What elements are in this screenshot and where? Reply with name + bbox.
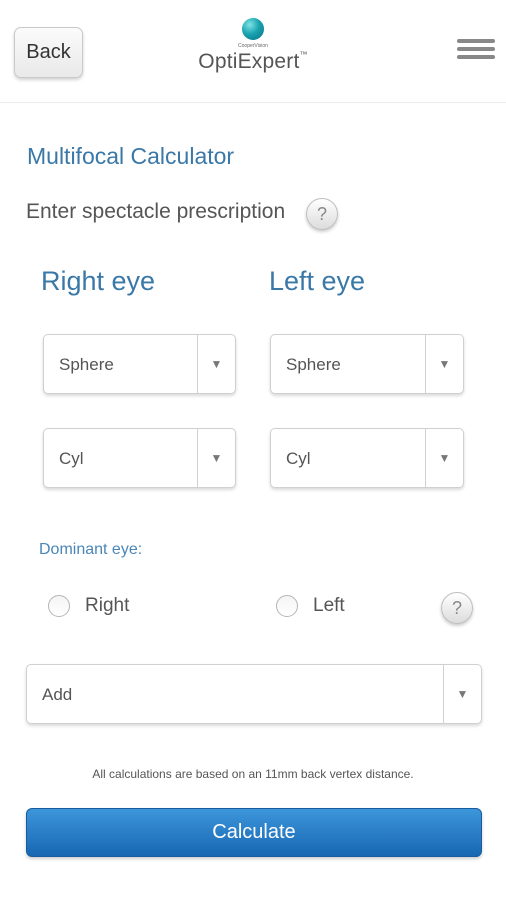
add-value: Add — [42, 685, 73, 704]
chevron-down-icon: ▼ — [425, 335, 463, 393]
right-cyl-select[interactable]: Cyl ▼ — [43, 428, 236, 488]
page-title: Multifocal Calculator — [27, 143, 235, 169]
radio-circle[interactable] — [276, 595, 298, 617]
app-logo: CooperVision OptiExpert™ — [0, 18, 506, 74]
chevron-down-icon: ▼ — [443, 665, 481, 723]
dominant-left-label: Left — [313, 595, 345, 616]
dominant-right-label: Right — [85, 595, 130, 616]
header: Back CooperVision OptiExpert™ — [0, 0, 506, 103]
right-cyl-value: Cyl — [59, 449, 84, 468]
logo-brand-text: CooperVision — [238, 43, 268, 49]
left-sphere-select[interactable]: Sphere ▼ — [270, 334, 464, 394]
coopervision-globe-icon — [242, 18, 264, 40]
hamburger-menu-icon[interactable] — [457, 39, 495, 61]
chevron-down-icon: ▼ — [197, 335, 235, 393]
right-sphere-select[interactable]: Sphere ▼ — [43, 334, 236, 394]
radio-circle[interactable] — [48, 595, 70, 617]
left-cyl-select[interactable]: Cyl ▼ — [270, 428, 464, 488]
app-name-text: OptiExpert — [198, 50, 300, 73]
vertex-distance-note: All calculations are based on an 11mm ba… — [92, 767, 414, 781]
left-eye-heading: Left eye — [269, 266, 366, 296]
chevron-down-icon: ▼ — [197, 429, 235, 487]
dominant-eye-help-button[interactable]: ? — [441, 592, 473, 624]
right-sphere-value: Sphere — [59, 355, 114, 374]
add-select[interactable]: Add ▼ — [26, 664, 482, 724]
left-sphere-value: Sphere — [286, 355, 341, 374]
dominant-right-radio[interactable]: Right — [48, 593, 129, 619]
trademark-symbol: ™ — [299, 50, 308, 59]
app-name: OptiExpert™ — [0, 50, 506, 74]
dominant-eye-label: Dominant eye: — [39, 541, 143, 558]
prescription-help-button[interactable]: ? — [306, 198, 338, 230]
prescription-subtitle: Enter spectacle prescription — [26, 200, 286, 223]
dominant-left-radio[interactable]: Left — [276, 593, 345, 619]
right-eye-heading: Right eye — [41, 266, 156, 296]
left-cyl-value: Cyl — [286, 449, 311, 468]
chevron-down-icon: ▼ — [425, 429, 463, 487]
calculate-button[interactable]: Calculate — [26, 808, 482, 857]
